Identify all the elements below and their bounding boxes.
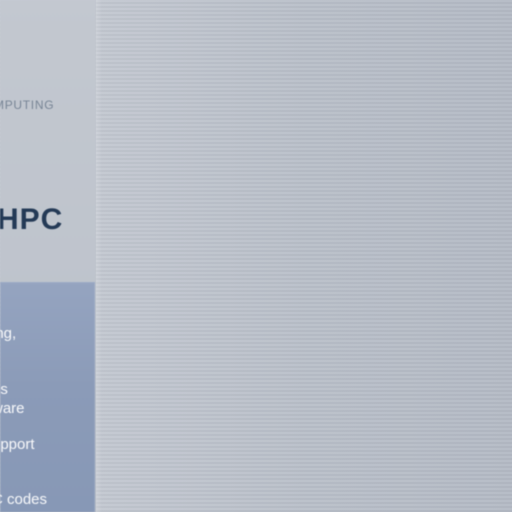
feature-item: ing,	[0, 325, 17, 342]
page-title: HPC	[0, 203, 64, 236]
feature-item: upport t	[0, 436, 35, 453]
section-kicker: MPUTING	[0, 98, 55, 112]
feature-card: ing, es ware upport t C codes	[0, 282, 95, 512]
feature-item: es ware	[0, 381, 25, 417]
panel-divider	[96, 0, 102, 512]
screen: MPUTING HPC ing, es ware upport t C code…	[0, 0, 512, 512]
left-panel: MPUTING HPC ing, es ware upport t C code…	[0, 0, 96, 512]
feature-item: C codes	[0, 491, 48, 508]
